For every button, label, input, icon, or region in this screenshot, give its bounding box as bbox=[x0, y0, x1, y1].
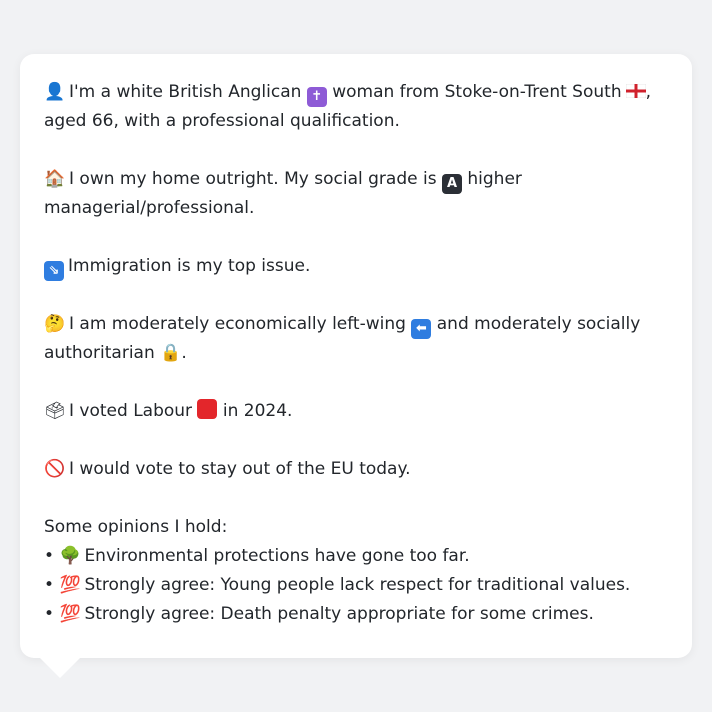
cross-icon: ✝ bbox=[306, 87, 327, 107]
vote-line: 🗳 I voted Labour in 2024. bbox=[44, 397, 668, 426]
person-icon: 👤 bbox=[44, 82, 66, 102]
bullet: • bbox=[44, 546, 55, 566]
identity-text-b: woman from Stoke-on-Trent South bbox=[332, 82, 622, 102]
red-square-icon bbox=[197, 399, 218, 419]
politics-text-b: and moderately socially bbox=[436, 314, 641, 334]
prohibited-icon: 🚫 bbox=[44, 459, 66, 479]
identity-comma: , bbox=[645, 82, 651, 102]
opinions-section: Some opinions I hold: • 🌳 Environmental p… bbox=[44, 513, 668, 629]
issue-line: ⇘ Immigration is my top issue. bbox=[44, 252, 668, 281]
vote-text-b: in 2024. bbox=[222, 401, 293, 421]
vote-text-a: I voted Labour bbox=[69, 401, 193, 421]
list-item: • 💯 Strongly agree: Young people lack res… bbox=[44, 571, 668, 600]
home-text-b: higher bbox=[467, 169, 522, 189]
ballot-box-icon: 🗳 bbox=[44, 401, 66, 421]
house-icon: 🏠 bbox=[44, 169, 66, 189]
politics-text-a: I am moderately economically left-wing bbox=[69, 314, 406, 334]
left-arrow-icon: ⬅ bbox=[411, 319, 432, 339]
bullet: • bbox=[44, 575, 55, 595]
lock-icon: 🔒 bbox=[160, 343, 182, 363]
politics-text-d: . bbox=[181, 343, 187, 363]
tree-icon: 🌳 bbox=[59, 546, 81, 566]
home-line: 🏠 I own my home outright. My social grade… bbox=[44, 165, 668, 223]
immigration-icon: ⇘ bbox=[44, 261, 64, 281]
politics-text-c: authoritarian bbox=[44, 343, 155, 363]
bullet: • bbox=[44, 604, 55, 624]
identity-text-a: I'm a white British Anglican bbox=[69, 82, 302, 102]
persona-message-bubble: 👤 I'm a white British Anglican ✝ woman fr… bbox=[20, 54, 692, 658]
identity-text-d: aged 66, with a professional qualificati… bbox=[44, 111, 400, 131]
home-text-a: I own my home outright. My social grade … bbox=[69, 169, 437, 189]
eu-text: I would vote to stay out of the EU today… bbox=[69, 459, 411, 479]
grade-a-icon: A bbox=[441, 174, 462, 194]
opinion-text: Environmental protections have gone too … bbox=[84, 546, 470, 566]
eu-line: 🚫 I would vote to stay out of the EU toda… bbox=[44, 455, 668, 484]
bubble-tail bbox=[40, 658, 80, 678]
opinion-text: Strongly agree: Young people lack respec… bbox=[84, 575, 631, 595]
opinion-text: Strongly agree: Death penalty appropriat… bbox=[84, 604, 594, 624]
home-text-c: managerial/professional. bbox=[44, 198, 255, 218]
list-item: • 🌳 Environmental protections have gone t… bbox=[44, 542, 668, 571]
opinions-heading: Some opinions I hold: bbox=[44, 517, 228, 537]
list-item: • 💯 Strongly agree: Death penalty appropr… bbox=[44, 600, 668, 629]
hundred-points-icon: 💯 bbox=[59, 604, 81, 624]
issue-text: Immigration is my top issue. bbox=[68, 256, 311, 276]
politics-line: 🤔 I am moderately economically left-wing … bbox=[44, 310, 668, 368]
england-flag-icon bbox=[625, 84, 646, 98]
thinking-face-icon: 🤔 bbox=[44, 314, 66, 334]
identity-line: 👤 I'm a white British Anglican ✝ woman fr… bbox=[44, 78, 668, 136]
hundred-points-icon: 💯 bbox=[59, 575, 81, 595]
